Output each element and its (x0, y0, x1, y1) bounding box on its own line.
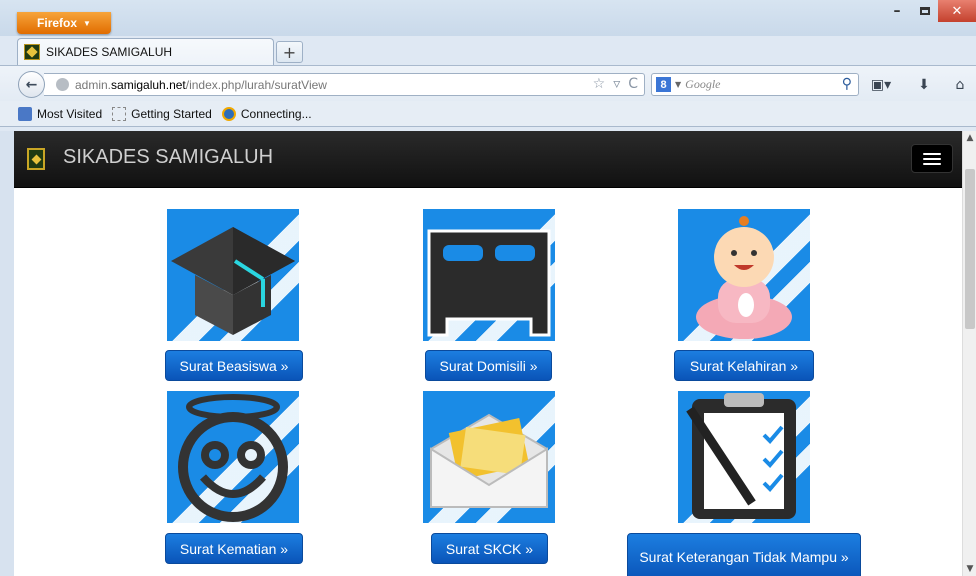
loading-icon (221, 106, 236, 121)
home-icon[interactable]: ⌂ (950, 75, 970, 95)
minimize-button[interactable]: – (883, 0, 911, 22)
surat-domisili-button[interactable]: Surat Domisili » (425, 350, 552, 381)
url-domain: samigaluh.net (111, 77, 186, 92)
window-left-border (0, 131, 14, 576)
download-icon[interactable]: ⬇ (914, 75, 934, 95)
graduation-cap-icon (167, 209, 299, 341)
site-navbar: SIKADES SAMIGALUH (14, 131, 962, 188)
surat-keterangan-tidak-mampu-button[interactable]: Surat Keterangan Tidak Mampu » (627, 533, 861, 576)
url-prefix: admin. (75, 77, 112, 92)
bookmark-label: Connecting... (240, 106, 312, 121)
scrollbar-thumb[interactable] (965, 169, 975, 329)
scroll-down-icon[interactable]: ▼ (963, 562, 976, 576)
url-text[interactable]: admin.samigaluh.net/index.php/lurah/sura… (75, 78, 327, 92)
back-button[interactable]: ← (18, 71, 45, 98)
tab-sikades[interactable]: SIKADES SAMIGALUH (17, 38, 274, 65)
site-logo-icon[interactable] (27, 148, 45, 170)
surat-kematian-button[interactable]: Surat Kematian » (165, 533, 303, 564)
star-bookmark-icon[interactable]: ☆ (593, 76, 606, 92)
hamburger-menu-button[interactable] (911, 144, 953, 173)
bookmark-label: Getting Started (131, 106, 212, 121)
bookmarks-toolbar: Most Visited Getting Started Connecting.… (0, 101, 976, 127)
globe-icon (56, 78, 69, 91)
search-icon[interactable]: ⚲ (842, 76, 852, 92)
bookmark-getting-started[interactable]: Getting Started (112, 106, 212, 121)
bookmarks-menu-icon[interactable]: ▣▾ (866, 75, 896, 95)
site-favicon-icon (24, 44, 40, 60)
surat-skck-button[interactable]: Surat SKCK » (431, 533, 548, 564)
clipboard-checklist-icon (678, 391, 810, 523)
vertical-scrollbar[interactable]: ▲ ▼ (962, 131, 976, 576)
maximize-button[interactable] (912, 0, 938, 22)
firefox-menu-button[interactable]: Firefox ▼ (17, 12, 111, 34)
window-titlebar: Firefox ▼ – ✕ (0, 0, 976, 36)
chevron-down-icon: ▼ (83, 18, 91, 28)
search-bar[interactable]: 8 ▼ Google ⚲ (651, 73, 859, 96)
close-window-button[interactable]: ✕ (938, 0, 976, 22)
most-visited-icon (18, 106, 32, 121)
new-tab-button[interactable]: + (276, 41, 303, 63)
bookmark-label: Most Visited (37, 106, 103, 121)
search-engine-icon[interactable]: 8 (656, 77, 671, 92)
surat-kelahiran-button[interactable]: Surat Kelahiran » (674, 350, 814, 381)
site-title[interactable]: SIKADES SAMIGALUH (63, 146, 273, 169)
open-envelope-icon (423, 391, 555, 523)
baby-icon (678, 209, 810, 341)
reload-icon[interactable]: C (628, 76, 638, 92)
page-viewport: SIKADES SAMIGALUH Surat Beasiswa » Surat… (14, 131, 962, 576)
page-placeholder-icon (112, 106, 127, 121)
back-arrow-icon: ← (25, 76, 38, 93)
search-engine-dropdown-icon[interactable]: ▼ (675, 80, 681, 89)
bookmark-connecting[interactable]: Connecting... (221, 106, 312, 121)
bookmark-most-visited[interactable]: Most Visited (18, 106, 103, 121)
firefox-menu-label: Firefox (37, 16, 78, 30)
surat-beasiswa-button[interactable]: Surat Beasiswa » (165, 350, 303, 381)
search-input[interactable]: Google (685, 77, 720, 92)
url-path: /index.php/lurah/suratView (185, 77, 327, 92)
bed-icon (423, 209, 555, 341)
maximize-icon (920, 7, 930, 15)
scroll-up-icon[interactable]: ▲ (963, 131, 976, 145)
navigation-toolbar: admin.samigaluh.net/index.php/lurah/sura… (0, 65, 976, 101)
url-bar-icons: ☆ ▿ C (593, 76, 638, 92)
history-dropdown-icon[interactable]: ▿ (613, 76, 620, 92)
halo-face-icon (167, 391, 299, 523)
tab-title: SIKADES SAMIGALUH (46, 45, 173, 59)
url-bar[interactable]: admin.samigaluh.net/index.php/lurah/sura… (44, 73, 645, 96)
